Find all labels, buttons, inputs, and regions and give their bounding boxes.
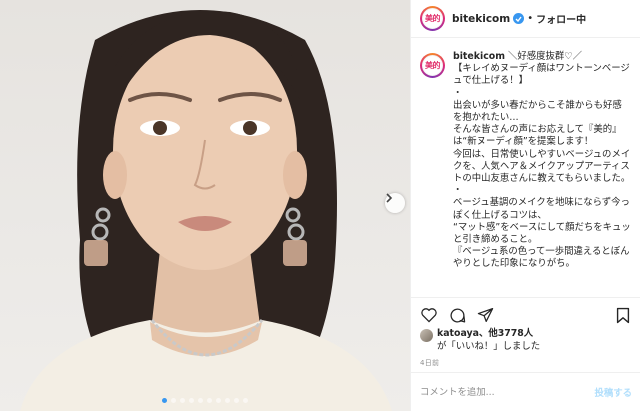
verified-badge-icon (513, 13, 525, 24)
bookmark-icon[interactable] (614, 306, 632, 324)
liker-username[interactable]: katoaya (437, 328, 479, 339)
post-sidebar: 美的 bitekicom • フォロー中 美的 bitekicom ＼好感度抜群… (410, 0, 640, 411)
likes-summary: katoaya、他3778人 が「いいね！」しました (420, 328, 635, 353)
carousel-dot (180, 398, 185, 403)
carousel-dot (234, 398, 239, 403)
caption-avatar[interactable]: 美的 (420, 53, 445, 78)
carousel-dot (243, 398, 248, 403)
header-username[interactable]: bitekicom (452, 13, 510, 25)
likes-text: katoaya、他3778人 が「いいね！」しました (437, 328, 540, 353)
liker-avatar[interactable] (420, 329, 433, 342)
carousel-dot (216, 398, 221, 403)
comment-input[interactable] (420, 386, 595, 398)
carousel-dot (207, 398, 212, 403)
post-image[interactable] (0, 0, 410, 411)
following-button[interactable]: フォロー中 (536, 11, 586, 26)
post-header: 美的 bitekicom • フォロー中 (411, 0, 640, 38)
portrait-illustration (20, 10, 392, 411)
carousel-dot (225, 398, 230, 403)
caption-body: ＼好感度抜群♡／ 【キレイめヌーディ顔はワントーンベージュで仕上げる！】 ・ 出… (453, 51, 631, 270)
caption-area: 美的 bitekicom ＼好感度抜群♡／ 【キレイめヌーディ顔はワントーンベー… (411, 39, 640, 295)
separator-dot: • (527, 13, 534, 24)
heart-icon[interactable] (420, 306, 438, 324)
comment-icon[interactable] (448, 306, 466, 324)
next-image-button[interactable] (385, 193, 405, 213)
comment-bar: 投稿する (411, 372, 640, 411)
avatar-logo: 美的 (422, 8, 443, 29)
caption-text: bitekicom ＼好感度抜群♡／ 【キレイめヌーディ顔はワントーンベージュで… (453, 51, 631, 295)
carousel-dot (189, 398, 194, 403)
carousel-dot (171, 398, 176, 403)
post-comment-button[interactable]: 投稿する (594, 385, 632, 399)
likes-suffix: が「いいね！」しました (437, 340, 541, 352)
carousel-dot (162, 398, 167, 403)
caption-username[interactable]: bitekicom (453, 51, 505, 62)
avatar-logo: 美的 (422, 55, 443, 76)
post-timestamp[interactable]: 4日前 (420, 358, 439, 368)
carousel-indicator (0, 398, 410, 403)
avatar[interactable]: 美的 (420, 6, 445, 31)
likes-others[interactable]: 、他3778人 (479, 328, 533, 339)
carousel-dot (198, 398, 203, 403)
share-icon[interactable] (476, 306, 494, 324)
action-bar (411, 297, 640, 327)
